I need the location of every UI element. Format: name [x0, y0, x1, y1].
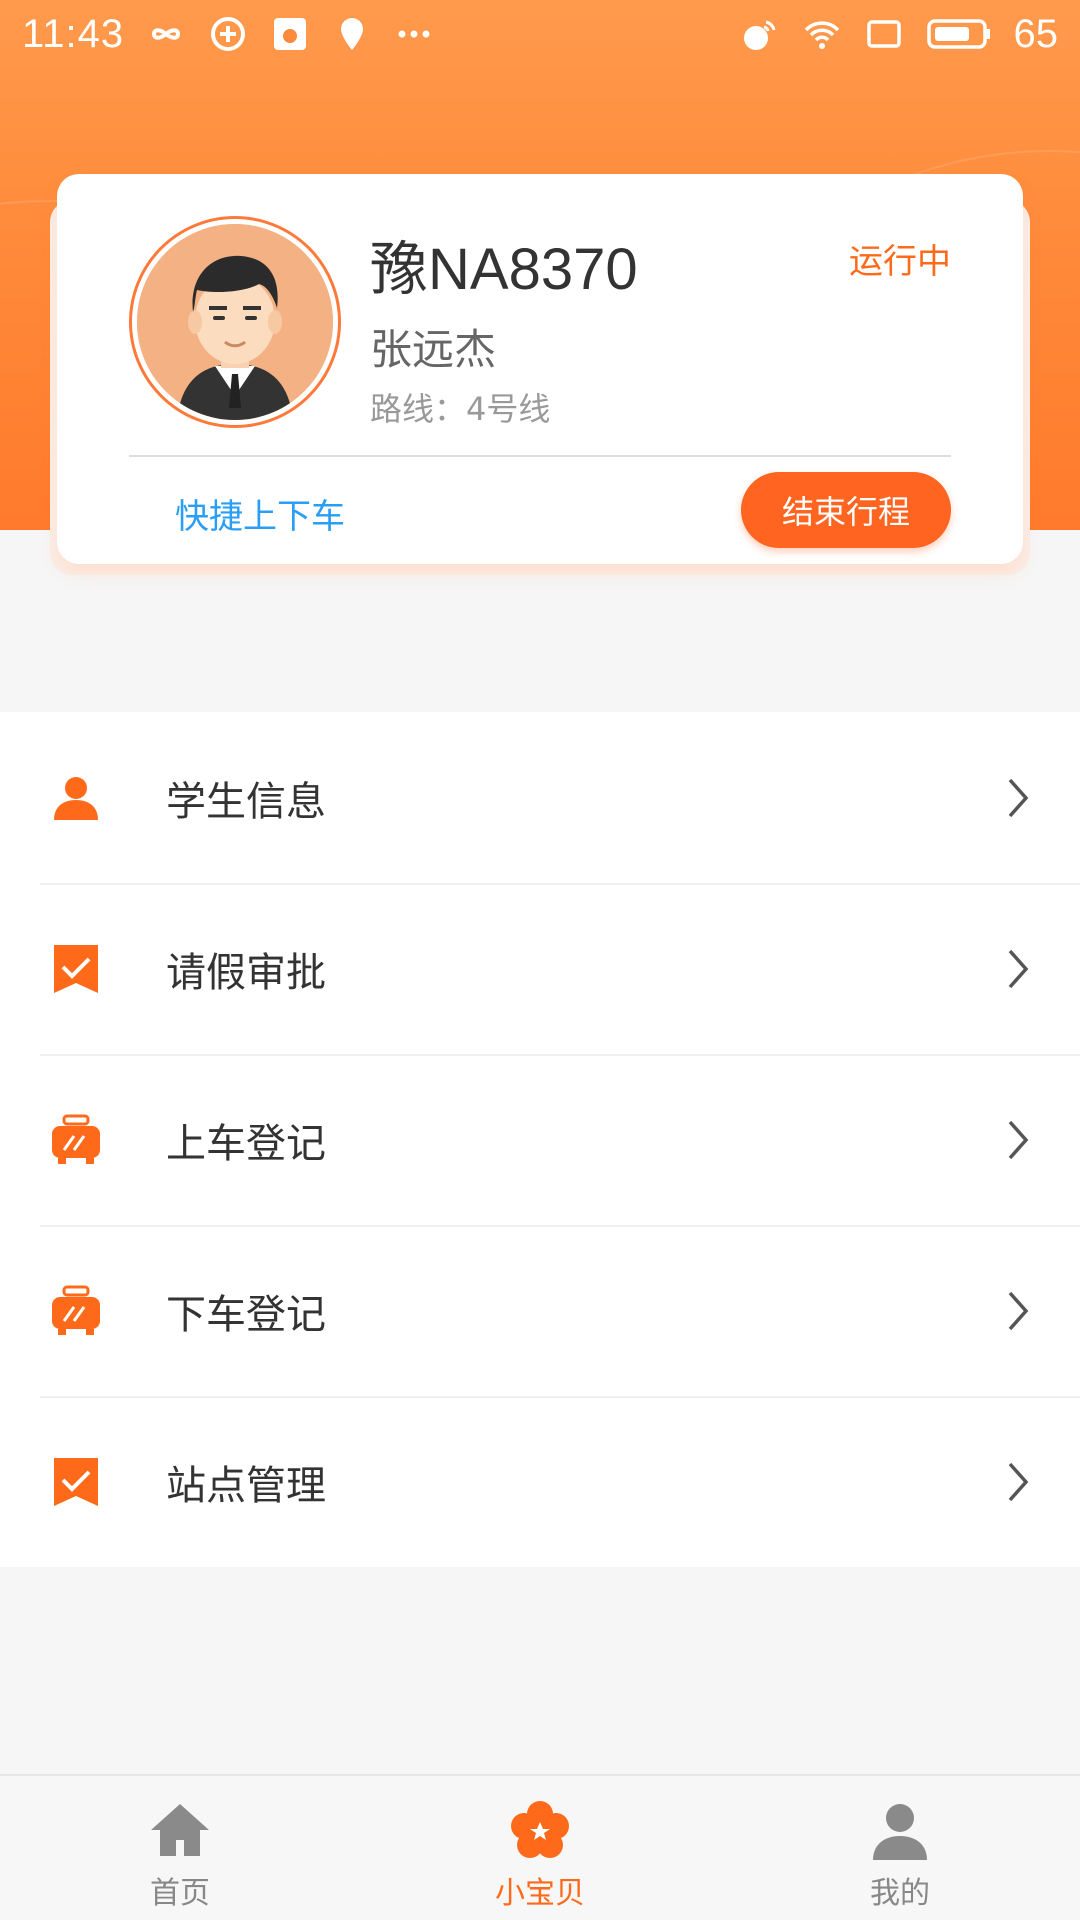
- flower-icon: [511, 1801, 569, 1858]
- tab-mine[interactable]: 我的: [720, 1776, 1080, 1920]
- chevron-right-icon: [1008, 1120, 1029, 1159]
- chevron-right-icon: [1008, 1291, 1029, 1330]
- status-time: 11:43: [22, 11, 125, 56]
- bottom-tab-bar: 首页 小宝贝 我的: [0, 1774, 1080, 1920]
- chevron-right-icon: [1008, 949, 1029, 988]
- tab-baby[interactable]: 小宝贝: [360, 1776, 720, 1920]
- approval-icon: [54, 1457, 98, 1506]
- driver-avatar-image: [137, 224, 333, 420]
- license-plate: 豫NA8370: [370, 237, 638, 302]
- approval-icon: [54, 944, 98, 993]
- person-icon: [54, 776, 98, 820]
- user-icon: [873, 1804, 927, 1860]
- uc-app-icon: [274, 18, 307, 50]
- more-icon: [398, 30, 430, 38]
- card-divider: [129, 455, 951, 457]
- home-icon: [151, 1804, 209, 1856]
- menu-item-label: 请假审批: [166, 949, 326, 996]
- baidu-map-icon: [341, 18, 364, 50]
- menu-item-station-management[interactable]: 站点管理: [0, 1396, 1080, 1567]
- vehicle-card: 豫NA8370 运行中 张远杰 路线：4号线 快捷上下车 结束行程: [57, 174, 1023, 564]
- screen-cast-icon: [866, 20, 901, 48]
- tab-label: 小宝贝: [495, 1876, 585, 1911]
- end-trip-button[interactable]: 结束行程: [741, 472, 951, 548]
- route-info: 路线：4号线: [370, 390, 551, 428]
- status-bar: 11:43 65: [0, 0, 1080, 68]
- menu-item-leave-approval[interactable]: 请假审批: [0, 883, 1080, 1054]
- menu-item-label: 下车登记: [166, 1291, 326, 1338]
- menu-item-label: 学生信息: [166, 778, 326, 825]
- wifi-icon: [804, 21, 839, 49]
- running-status: 运行中: [849, 242, 951, 282]
- chevron-right-icon: [1008, 1462, 1029, 1501]
- tab-label: 首页: [150, 1876, 210, 1911]
- chevron-right-icon: [1008, 778, 1029, 817]
- menu-item-label: 上车登记: [166, 1120, 326, 1167]
- driver-name: 张远杰: [370, 325, 497, 374]
- bus-icon: [52, 1285, 100, 1335]
- menu-item-label: 站点管理: [166, 1462, 326, 1509]
- quick-board-link[interactable]: 快捷上下车: [175, 489, 345, 538]
- menu-item-boarding-register[interactable]: 上车登记: [0, 1054, 1080, 1225]
- infinity-icon: [152, 28, 181, 40]
- battery-icon: [926, 19, 990, 49]
- tab-label: 我的: [870, 1876, 930, 1911]
- menu-item-student-info[interactable]: 学生信息: [0, 712, 1080, 883]
- driver-avatar: [129, 216, 341, 428]
- menu-item-alighting-register[interactable]: 下车登记: [0, 1225, 1080, 1396]
- bus-icon: [52, 1114, 100, 1164]
- tab-home[interactable]: 首页: [0, 1776, 360, 1920]
- app-notify-icon: [211, 17, 246, 51]
- battery-percentage: 65: [1013, 11, 1059, 56]
- function-menu: 学生信息 请假审批 上车登记 下车登记 站点管理: [0, 712, 1080, 1567]
- nfc-icon: [743, 20, 775, 50]
